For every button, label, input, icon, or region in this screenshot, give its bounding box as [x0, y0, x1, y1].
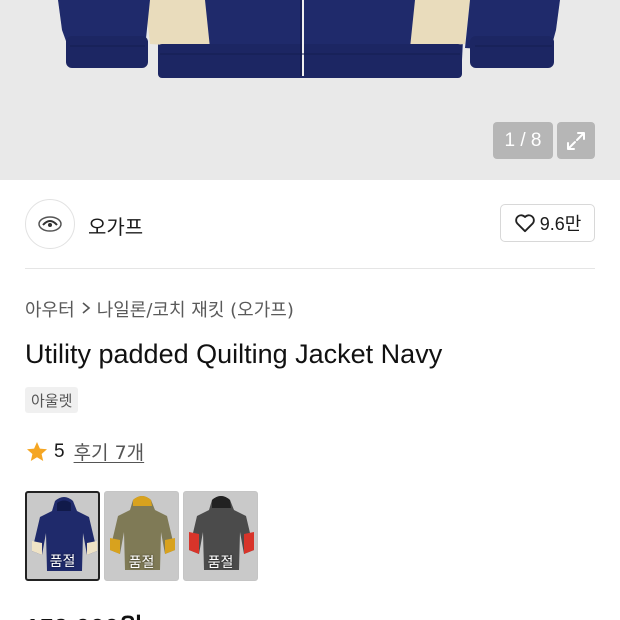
brand-name[interactable]: 오가프	[88, 211, 143, 240]
star-icon	[27, 441, 47, 461]
breadcrumb-subcategory[interactable]: 나일론/코치 재킷 (오가프)	[97, 296, 294, 322]
like-count: 9.6만	[539, 214, 582, 234]
breadcrumb: 아우터 나일론/코치 재킷 (오가프)	[25, 296, 294, 322]
brand-row: 오가프 9.6만	[25, 199, 595, 249]
color-option-gray[interactable]: 품절	[183, 491, 258, 581]
soldout-label: 품절	[49, 554, 76, 570]
breadcrumb-category[interactable]: 아우터	[25, 296, 75, 322]
expand-button[interactable]	[557, 122, 595, 159]
expand-icon	[567, 131, 585, 150]
like-button[interactable]: 9.6만	[500, 204, 595, 242]
soldout-label: 품절	[128, 555, 155, 571]
rating-row: 5 후기 7개	[25, 438, 144, 465]
color-option-olive[interactable]: 품절	[104, 491, 179, 581]
outlet-tag: 아울렛	[25, 387, 79, 413]
brand-logo[interactable]	[25, 199, 75, 249]
product-image-gallery[interactable]: 1 / 8	[0, 0, 620, 180]
color-option-navy[interactable]: 품절	[25, 491, 100, 581]
divider	[25, 268, 595, 269]
rating-score: 5	[54, 440, 65, 462]
soldout-label: 품절	[207, 555, 234, 571]
image-counter: 1 / 8	[493, 122, 553, 159]
product-title: Utility padded Quilting Jacket Navy	[25, 339, 443, 369]
brand-logo-icon	[38, 216, 62, 232]
color-options: 품절 품절 품절	[25, 491, 258, 581]
chevron-right-icon	[81, 300, 91, 319]
product-price: 159,000원	[25, 608, 143, 620]
review-count-link[interactable]: 후기 7개	[74, 438, 145, 465]
heart-icon	[514, 214, 535, 233]
